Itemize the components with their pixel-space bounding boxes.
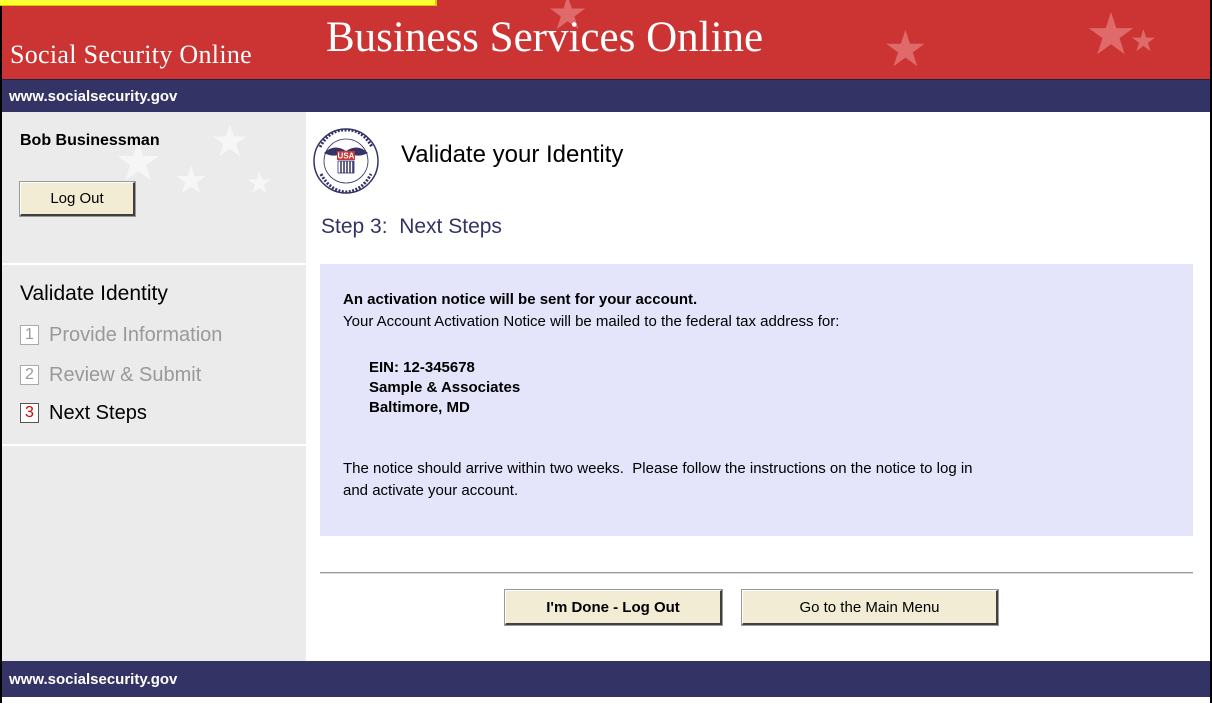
notice-ein: EIN: 12-345678 xyxy=(369,359,475,376)
service-name: Business Services Online xyxy=(326,14,764,61)
svg-text:USA: USA xyxy=(338,152,355,161)
page-title: Validate your Identity xyxy=(401,141,624,168)
sidebar-section-title: Validate Identity xyxy=(20,282,168,305)
content-divider xyxy=(320,572,1193,574)
activation-notice-box: An activation notice will be sent for yo… xyxy=(320,264,1193,536)
notice-location: Baltimore, MD xyxy=(369,399,470,416)
step-label: Next Steps xyxy=(49,401,147,424)
highlight-tab xyxy=(0,0,437,6)
notice-company: Sample & Associates xyxy=(369,379,521,396)
notice-intro: Your Account Activation Notice will be m… xyxy=(343,313,840,330)
step-number: 3 xyxy=(20,403,39,423)
ssa-seal-icon: USA xyxy=(313,128,379,194)
done-logout-button[interactable]: I'm Done - Log Out xyxy=(505,590,722,625)
header-banner: ★ ★ ★ ★ Social Security Online Business … xyxy=(2,0,1210,79)
star-icon: ★ xyxy=(883,21,928,77)
sidebar-divider xyxy=(2,263,306,265)
sidebar-divider xyxy=(2,444,306,446)
site-url-link[interactable]: www.socialsecurity.gov xyxy=(9,88,177,105)
notice-heading: An activation notice will be sent for yo… xyxy=(343,291,698,308)
notice-instructions-line1: The notice should arrive within two week… xyxy=(343,460,973,477)
step-label: Review & Submit xyxy=(49,363,202,386)
step-next-steps: 3 Next Steps xyxy=(20,400,147,426)
star-icon: ★ xyxy=(1130,25,1157,58)
user-name: Bob Businessman xyxy=(20,132,160,149)
sidebar: ★ ★ ★ ★ Bob Businessman Log Out Validate… xyxy=(2,112,306,661)
footer-bar: www.socialsecurity.gov xyxy=(2,661,1210,697)
star-icon: ★ xyxy=(210,117,250,166)
step-label: Provide Information xyxy=(49,323,223,346)
step-provide-information: 1 Provide Information xyxy=(20,322,222,348)
step-number: 2 xyxy=(20,365,39,385)
star-icon: ★ xyxy=(246,167,273,200)
step-number: 1 xyxy=(20,325,39,345)
site-name[interactable]: Social Security Online xyxy=(10,40,252,70)
url-bar: www.socialsecurity.gov xyxy=(2,79,1210,112)
step-review-submit: 2 Review & Submit xyxy=(20,362,201,388)
notice-instructions-line2: and activate your account. xyxy=(343,482,519,499)
step-title: Step 3: Next Steps xyxy=(321,215,502,238)
logout-button[interactable]: Log Out xyxy=(20,182,135,216)
footer-url-link[interactable]: www.socialsecurity.gov xyxy=(9,671,177,688)
star-icon: ★ xyxy=(174,160,209,202)
main-menu-button[interactable]: Go to the Main Menu xyxy=(742,590,998,625)
